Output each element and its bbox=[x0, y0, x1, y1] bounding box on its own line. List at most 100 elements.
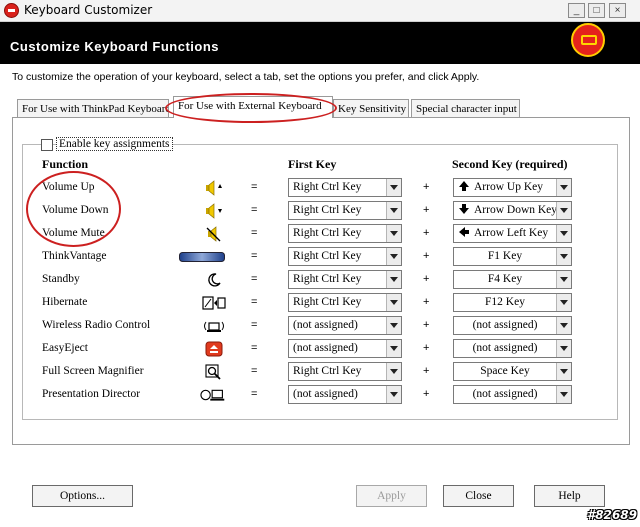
second-key-value: (not assigned) bbox=[472, 319, 538, 331]
equals-sign: = bbox=[251, 365, 258, 377]
plus-sign: + bbox=[423, 388, 430, 400]
chevron-down-icon[interactable] bbox=[386, 317, 401, 334]
keyboard-icon bbox=[571, 23, 605, 57]
chevron-down-icon[interactable] bbox=[556, 202, 571, 219]
chevron-down-icon[interactable] bbox=[386, 202, 401, 219]
first-key-dropdown[interactable]: Right Ctrl Key bbox=[288, 247, 402, 266]
options-button[interactable]: Options... bbox=[32, 485, 133, 507]
plus-sign: + bbox=[423, 250, 430, 262]
chevron-down-icon[interactable] bbox=[386, 363, 401, 380]
first-key-dropdown[interactable]: (not assigned) bbox=[288, 339, 402, 358]
first-key-dropdown[interactable]: Right Ctrl Key bbox=[288, 224, 402, 243]
maximize-button[interactable]: □ bbox=[588, 3, 605, 18]
equals-sign: = bbox=[251, 296, 258, 308]
second-key-dropdown[interactable]: F1 Key bbox=[453, 247, 572, 266]
table-row: Hibernate = Right Ctrl Key + F12 Key bbox=[0, 293, 640, 315]
presentation-director-icon bbox=[200, 386, 228, 404]
tab-highlight-circle bbox=[165, 93, 337, 123]
hibernate-icon bbox=[200, 294, 228, 312]
chevron-down-icon[interactable] bbox=[556, 340, 571, 357]
function-label: Hibernate bbox=[42, 296, 88, 308]
chevron-down-icon[interactable] bbox=[556, 271, 571, 288]
equals-sign: = bbox=[251, 342, 258, 354]
window-title: Keyboard Customizer bbox=[24, 3, 153, 17]
apply-button[interactable]: Apply bbox=[356, 485, 427, 507]
easyeject-icon bbox=[200, 340, 228, 358]
table-row: Standby = Right Ctrl Key + F4 Key bbox=[0, 270, 640, 292]
second-key-value: F12 Key bbox=[485, 296, 525, 308]
second-key-dropdown[interactable]: (not assigned) bbox=[453, 316, 572, 335]
second-key-value: Arrow Down Key bbox=[474, 204, 558, 216]
first-key-dropdown[interactable]: Right Ctrl Key bbox=[288, 178, 402, 197]
second-key-dropdown[interactable]: F4 Key bbox=[453, 270, 572, 289]
chevron-down-icon[interactable] bbox=[386, 179, 401, 196]
arrow-down-icon bbox=[458, 203, 470, 219]
chevron-down-icon[interactable] bbox=[556, 179, 571, 196]
help-button[interactable]: Help bbox=[534, 485, 605, 507]
enable-key-assignments-checkbox[interactable] bbox=[41, 139, 53, 151]
tab-special-character-input[interactable]: Special character input bbox=[411, 99, 520, 119]
tab-key-sensitivity[interactable]: Key Sensitivity bbox=[333, 99, 409, 119]
table-row: Presentation Director = (not assigned) +… bbox=[0, 385, 640, 407]
second-key-dropdown[interactable]: Arrow Down Key bbox=[453, 201, 572, 220]
first-key-dropdown[interactable]: Right Ctrl Key bbox=[288, 293, 402, 312]
table-row: Wireless Radio Control = (not assigned) … bbox=[0, 316, 640, 338]
chevron-down-icon[interactable] bbox=[556, 386, 571, 403]
first-key-dropdown[interactable]: Right Ctrl Key bbox=[288, 362, 402, 381]
equals-sign: = bbox=[251, 227, 258, 239]
close-button[interactable]: Close bbox=[443, 485, 514, 507]
plus-sign: + bbox=[423, 204, 430, 216]
second-key-value: (not assigned) bbox=[472, 388, 538, 400]
second-key-value: Space Key bbox=[480, 365, 530, 377]
second-key-dropdown[interactable]: (not assigned) bbox=[453, 339, 572, 358]
first-key-value: Right Ctrl Key bbox=[293, 227, 362, 239]
first-key-dropdown[interactable]: Right Ctrl Key bbox=[288, 201, 402, 220]
second-key-dropdown[interactable]: Space Key bbox=[453, 362, 572, 381]
first-key-dropdown[interactable]: Right Ctrl Key bbox=[288, 270, 402, 289]
first-key-value: Right Ctrl Key bbox=[293, 250, 362, 262]
equals-sign: = bbox=[251, 319, 258, 331]
chevron-down-icon[interactable] bbox=[556, 363, 571, 380]
chevron-down-icon[interactable] bbox=[556, 294, 571, 311]
magnifier-icon bbox=[200, 363, 228, 381]
enable-key-assignments-label: Enable key assignments bbox=[56, 137, 173, 151]
chevron-down-icon[interactable] bbox=[556, 317, 571, 334]
arrow-left-icon bbox=[458, 226, 470, 242]
first-key-value: (not assigned) bbox=[293, 319, 358, 331]
chevron-down-icon[interactable] bbox=[386, 271, 401, 288]
tab-thinkpad-keyboard[interactable]: For Use with ThinkPad Keyboard bbox=[17, 99, 169, 119]
first-key-value: (not assigned) bbox=[293, 388, 358, 400]
equals-sign: = bbox=[251, 388, 258, 400]
second-key-value: F1 Key bbox=[487, 250, 523, 262]
minimize-button[interactable]: _ bbox=[568, 3, 585, 18]
second-key-dropdown[interactable]: (not assigned) bbox=[453, 385, 572, 404]
first-key-value: Right Ctrl Key bbox=[293, 296, 362, 308]
first-key-value: (not assigned) bbox=[293, 342, 358, 354]
second-key-dropdown[interactable]: F12 Key bbox=[453, 293, 572, 312]
equals-sign: = bbox=[251, 181, 258, 193]
plus-sign: + bbox=[423, 227, 430, 239]
chevron-down-icon[interactable] bbox=[386, 225, 401, 242]
equals-sign: = bbox=[251, 273, 258, 285]
second-key-value: (not assigned) bbox=[472, 342, 538, 354]
first-key-value: Right Ctrl Key bbox=[293, 204, 362, 216]
first-key-dropdown[interactable]: (not assigned) bbox=[288, 385, 402, 404]
chevron-down-icon[interactable] bbox=[556, 225, 571, 242]
moon-icon bbox=[200, 271, 228, 289]
volume-mute-icon bbox=[200, 225, 228, 243]
function-label: Standby bbox=[42, 273, 80, 285]
chevron-down-icon[interactable] bbox=[386, 248, 401, 265]
instructions-text: To customize the operation of your keybo… bbox=[12, 71, 480, 83]
chevron-down-icon[interactable] bbox=[556, 248, 571, 265]
close-window-button[interactable]: × bbox=[609, 3, 626, 18]
table-row: Full Screen Magnifier = Right Ctrl Key +… bbox=[0, 362, 640, 384]
chevron-down-icon[interactable] bbox=[386, 340, 401, 357]
second-key-dropdown[interactable]: Arrow Left Key bbox=[453, 224, 572, 243]
second-key-value: F4 Key bbox=[487, 273, 523, 285]
table-row: EasyEject = (not assigned) + (not assign… bbox=[0, 339, 640, 361]
plus-sign: + bbox=[423, 181, 430, 193]
chevron-down-icon[interactable] bbox=[386, 386, 401, 403]
second-key-dropdown[interactable]: Arrow Up Key bbox=[453, 178, 572, 197]
chevron-down-icon[interactable] bbox=[386, 294, 401, 311]
first-key-dropdown[interactable]: (not assigned) bbox=[288, 316, 402, 335]
